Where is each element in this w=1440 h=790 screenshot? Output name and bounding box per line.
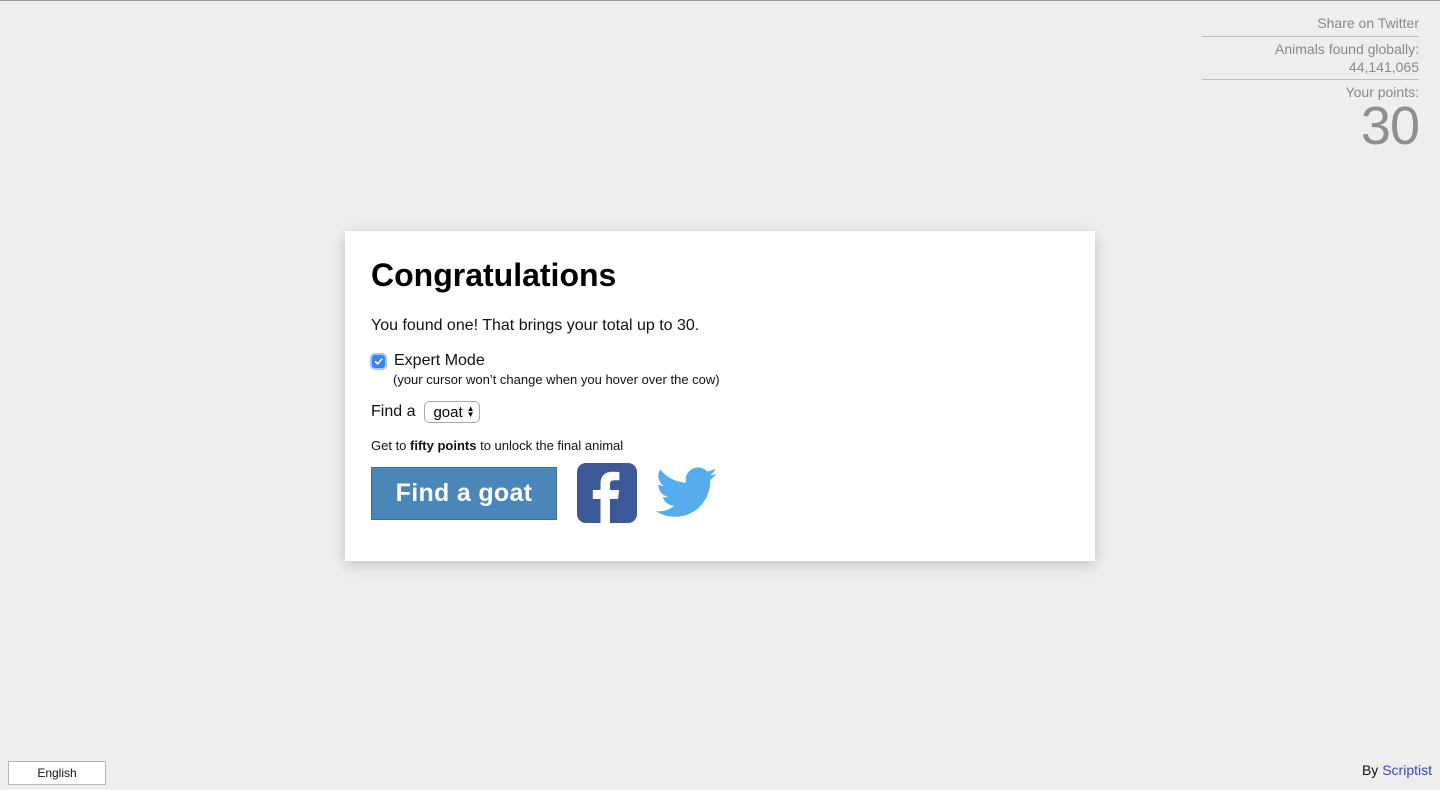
expert-mode-label: Expert Mode — [394, 352, 485, 369]
action-row: Find a goat — [371, 463, 1069, 523]
expert-mode-checkbox[interactable] — [372, 354, 385, 368]
check-icon — [374, 357, 383, 365]
unlock-prefix: Get to — [371, 438, 411, 453]
points-value: 30 — [1360, 96, 1420, 156]
twitter-icon — [655, 467, 717, 517]
language-selector[interactable]: English — [8, 761, 106, 785]
credit: By Scriptist — [1362, 761, 1432, 779]
find-row: Find a goat ▲ ▼ — [371, 401, 1069, 423]
twitter-share-button[interactable] — [655, 465, 718, 521]
select-arrows-icon: ▲ ▼ — [466, 404, 475, 419]
expert-mode-note: (your cursor won’t change when you hover… — [393, 372, 720, 387]
share-on-twitter-link[interactable]: Share on Twitter — [1202, 14, 1419, 37]
top-border — [0, 0, 1440, 1]
unlock-hint: Get to fifty points to unlock the final … — [371, 438, 1069, 454]
animal-select[interactable]: goat ▲ ▼ — [424, 401, 480, 423]
dialog-title: Congratulations — [371, 257, 617, 293]
animal-select-value: goat — [433, 403, 463, 421]
animals-found-counter: Animals found globally: 44,141,065 — [1202, 37, 1419, 80]
facebook-icon — [592, 471, 620, 523]
found-message: You found one! That brings your total up… — [371, 317, 700, 334]
scriptist-link[interactable]: Scriptist — [1382, 762, 1432, 778]
credit-prefix: By — [1361, 762, 1383, 778]
unlock-bold: fifty points — [410, 438, 477, 453]
find-label: Find a — [371, 403, 416, 420]
find-animal-button[interactable]: Find a goat — [371, 466, 557, 520]
unlock-suffix: to unlock the final animal — [476, 438, 624, 453]
facebook-share-button[interactable] — [577, 463, 637, 523]
congratulations-dialog: Congratulations You found one! That brin… — [345, 231, 1095, 561]
stats-panel: Share on Twitter Animals found globally:… — [1202, 14, 1420, 156]
expert-mode-row[interactable]: Expert Mode — [371, 351, 1069, 371]
